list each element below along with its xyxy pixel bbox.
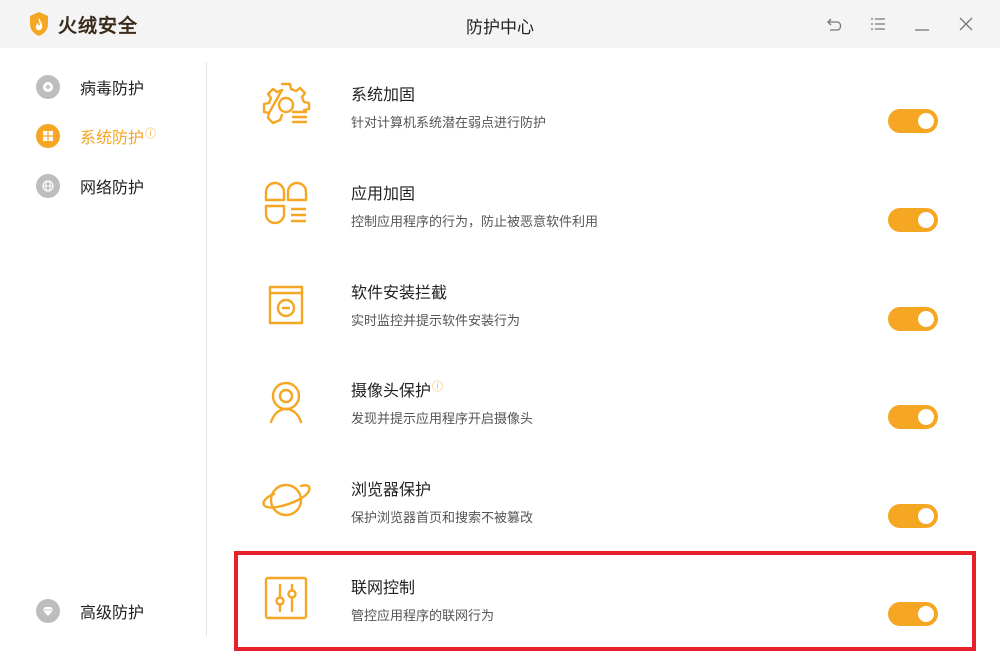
- planet-icon: [260, 474, 312, 526]
- sidebar-item-virus-protection[interactable]: 病毒防护: [36, 73, 144, 101]
- back-arrow-icon: [827, 18, 842, 31]
- sidebar-item-label: 系统防护ⓘ: [80, 126, 157, 147]
- row-description: 发现并提示应用程序开启摄像头: [351, 412, 534, 427]
- info-badge: ⓘ: [432, 379, 444, 393]
- sidebar-item-label: 网络防护: [80, 178, 145, 197]
- info-badge: ⓘ: [145, 126, 157, 140]
- webcam-protection-toggle[interactable]: [888, 405, 938, 429]
- app-hardening-toggle[interactable]: [888, 208, 938, 232]
- row-description: 保护浏览器首页和搜索不被篡改: [351, 511, 534, 526]
- plus-circle-icon: [36, 75, 60, 99]
- app-grid-icon: [260, 178, 312, 230]
- row-title: 摄像头保护ⓘ: [351, 379, 444, 400]
- list-item-webcam-protection: 摄像头保护ⓘ 发现并提示应用程序开启摄像头: [236, 357, 976, 453]
- minimize-icon: [915, 29, 929, 31]
- menu-button[interactable]: [866, 12, 890, 36]
- row-description: 实时监控并提示软件安装行为: [351, 314, 521, 329]
- title-bar: 火绒安全 防护中心: [0, 0, 1000, 48]
- gear-shield-icon: [260, 79, 312, 131]
- row-title: 系统加固: [351, 85, 416, 104]
- sidebar-item-advanced-protection[interactable]: 高级防护: [36, 597, 144, 625]
- minimize-button[interactable]: [910, 12, 934, 36]
- list-item-app-hardening: 应用加固 控制应用程序的行为，防止被恶意软件利用: [236, 160, 976, 256]
- close-icon: [959, 17, 973, 31]
- windows-icon: [36, 124, 60, 148]
- sidebar-item-label: 高级防护: [80, 603, 145, 622]
- system-hardening-toggle[interactable]: [888, 109, 938, 133]
- globe-icon: [36, 174, 60, 198]
- back-button[interactable]: [822, 12, 846, 36]
- sidebar-divider: [206, 62, 207, 636]
- row-title: 联网控制: [351, 578, 416, 597]
- sidebar: 病毒防护 系统防护ⓘ 网络防护 高级防护: [0, 48, 206, 659]
- diamond-icon: [36, 599, 60, 623]
- menu-icon: [871, 18, 885, 30]
- row-description: 管控应用程序的联网行为: [351, 609, 495, 624]
- install-box-icon: [260, 277, 312, 329]
- list-item-network-control: 联网控制 管控应用程序的联网行为: [236, 554, 976, 650]
- row-description: 控制应用程序的行为，防止被恶意软件利用: [351, 215, 599, 230]
- sliders-icon: [260, 572, 312, 624]
- row-title: 浏览器保护: [351, 480, 432, 499]
- install-block-toggle[interactable]: [888, 307, 938, 331]
- network-control-toggle[interactable]: [888, 602, 938, 626]
- row-title: 软件安装拦截: [351, 283, 448, 302]
- list-item-system-hardening: 系统加固 针对计算机系统潜在弱点进行防护: [236, 61, 976, 157]
- webcam-icon: [260, 375, 312, 427]
- list-item-browser-protection: 浏览器保护 保护浏览器首页和搜索不被篡改: [236, 456, 976, 552]
- sidebar-item-system-protection[interactable]: 系统防护ⓘ: [36, 122, 156, 150]
- list-item-install-block: 软件安装拦截 实时监控并提示软件安装行为: [236, 259, 976, 355]
- row-title: 应用加固: [351, 184, 416, 203]
- browser-protection-toggle[interactable]: [888, 504, 938, 528]
- sidebar-item-label: 病毒防护: [80, 79, 145, 98]
- row-description: 针对计算机系统潜在弱点进行防护: [351, 116, 547, 131]
- sidebar-item-network-protection[interactable]: 网络防护: [36, 172, 144, 200]
- close-button[interactable]: [954, 12, 978, 36]
